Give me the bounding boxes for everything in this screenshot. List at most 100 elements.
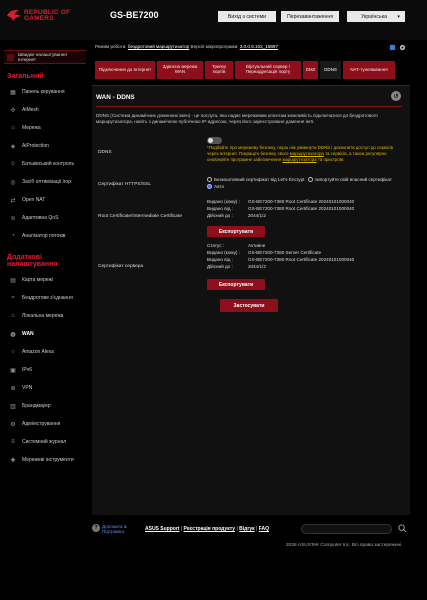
sidebar-item-analyzer[interactable]: ◔ Аналізатор потоків	[4, 227, 86, 245]
ddns-panel: WAN - DDNS ↺ DDNS (Система динамічних до…	[92, 85, 410, 515]
feedback-link[interactable]: Відгук	[239, 526, 255, 532]
footer-search-input[interactable]	[301, 524, 392, 534]
tab-virtual-server[interactable]: Віртуальний сервер / Переадресація порту	[235, 61, 301, 79]
asus-support-link[interactable]: ASUS Support	[145, 526, 179, 532]
tab-ddns[interactable]: DDNS	[320, 61, 341, 79]
sidebar-item-label: IPv6	[22, 367, 33, 373]
server-cert-label: Сертифікат сервера	[98, 264, 144, 269]
log-icon: ≡	[11, 439, 15, 445]
router-link-2[interactable]: маршрутизатора	[282, 157, 316, 162]
security-note: *Подбайте про мережеву безпеку, перш ніж…	[207, 145, 393, 162]
sidebar: Швидке налаштування Інтернет Загальний ▦…	[4, 50, 86, 469]
sidebar-item-label: VPN	[22, 385, 33, 391]
sidebar-item-game[interactable]: ◎ Засіб оптимізації ігор	[4, 173, 86, 191]
sidebar-item-vpn[interactable]: ⊕ VPN	[4, 379, 86, 397]
sidebar-item-label: WAN	[22, 331, 34, 337]
apply-button[interactable]: Застосувати	[220, 299, 278, 312]
sidebar-item-globe[interactable]: ◍ WAN	[4, 325, 86, 343]
tab-nat-passthrough[interactable]: NAT-тунелювання	[343, 61, 395, 79]
app-icon[interactable]	[389, 44, 396, 51]
sidebar-item-map[interactable]: ▤ Карта мережі	[4, 271, 86, 289]
sidebar-item-label: Мережеві інструменти	[22, 457, 74, 463]
game-icon: ◎	[10, 179, 16, 186]
back-icon[interactable]: ↺	[391, 91, 401, 101]
sidebar-item-ipv6[interactable]: ▣ IPv6	[4, 361, 86, 379]
advanced-section-title: Додаткові налаштування	[7, 254, 58, 268]
sidebar-item-qos[interactable]: ≋ Адаптивна QoS	[4, 209, 86, 227]
wand-icon	[7, 54, 14, 61]
ddns-description: DDNS (Система динамічних доменних імен) …	[96, 113, 378, 124]
help-support-link[interactable]: Допомога & Підтримка	[102, 524, 138, 534]
sidebar-item-lan[interactable]: ⌂ Локальна мережа	[4, 307, 86, 325]
sidebar-item-mesh[interactable]: ✣ AiMesh	[4, 101, 86, 119]
sidebar-item-tools[interactable]: ✚ Мережеві інструменти	[4, 451, 86, 469]
language-select[interactable]: Українська ▾	[347, 11, 405, 22]
radio-import[interactable]: Імпортуйте свій власний сертифікат	[308, 177, 392, 183]
radio-auto[interactable]: Авто	[207, 184, 224, 190]
alexa-icon: ○	[11, 349, 15, 355]
firmware-link[interactable]: 3.0.0.6.102_18897	[240, 44, 278, 49]
shield-icon: ◈	[10, 143, 16, 150]
sidebar-item-label: Системний журнал	[22, 439, 67, 445]
sidebar-item-wifi[interactable]: ≈ Бездротове з'єднання	[4, 289, 86, 307]
export-root-button[interactable]: Експортувати	[207, 226, 265, 237]
sidebar-item-label: Панель керування	[22, 89, 65, 95]
tab-dual-wan[interactable]: Здвоєна мережа WAN	[157, 61, 203, 79]
footer-links: ASUS Support | Реєстрація продукту | Від…	[145, 526, 270, 532]
mode-link[interactable]: бездротовий маршрутизатор	[128, 44, 189, 49]
ddns-toggle[interactable]	[207, 137, 222, 144]
sidebar-item-log[interactable]: ≡ Системний журнал	[4, 433, 86, 451]
https-cert-options: Безкоштовний сертифікат від Let's Encryp…	[207, 176, 402, 190]
dashboard-icon: ▦	[10, 89, 16, 96]
help-icon[interactable]: ?	[92, 524, 100, 532]
faq-link[interactable]: FAQ	[259, 526, 269, 532]
wifi-icon: ≈	[11, 295, 15, 301]
sidebar-item-shield[interactable]: ◈ AiProtection	[4, 137, 86, 155]
parental-icon: ☺	[9, 161, 17, 167]
sidebar-item-label: Бездротове з'єднання	[22, 295, 73, 301]
gear-icon[interactable]	[399, 44, 406, 51]
firewall-icon: ▥	[10, 403, 16, 410]
status-line: Режим роботи: бездротовий маршрутизатор …	[95, 44, 279, 49]
tab-internet-connection[interactable]: Підключення до Інтернет	[95, 61, 155, 79]
title-divider	[96, 106, 402, 107]
sidebar-item-label: Батьківський контроль	[22, 161, 75, 167]
sidebar-item-network[interactable]: ⌂ Мережа	[4, 119, 86, 137]
sidebar-item-label: Засіб оптимізації ігор	[22, 179, 71, 185]
sidebar-item-parental[interactable]: ☺ Батьківський контроль	[4, 155, 86, 173]
model-name: GS-BE7200	[110, 10, 159, 20]
qos-icon: ≋	[10, 215, 16, 222]
sidebar-item-label: Мережа	[22, 125, 41, 131]
sidebar-item-label: AiMesh	[22, 107, 39, 113]
sidebar-item-label: AiProtection	[22, 143, 49, 149]
quick-setup-button[interactable]: Швидке налаштування Інтернет	[4, 50, 86, 64]
language-value: Українська	[361, 13, 387, 20]
globe-icon: ◍	[10, 331, 16, 338]
router-link-1[interactable]: маршрутизатора	[290, 151, 324, 156]
sidebar-item-label: Брандмауер	[22, 403, 51, 409]
sidebar-item-dashboard[interactable]: ▦ Панель керування	[4, 83, 86, 101]
network-icon: ⌂	[11, 125, 15, 131]
tab-port-trigger[interactable]: Тригер портів	[205, 61, 233, 79]
brand-name: REPUBLIC OF GAMERS	[24, 9, 71, 22]
reboot-button[interactable]: Перезавантаження	[281, 11, 339, 22]
sidebar-item-label: Amazon Alexa	[22, 349, 54, 355]
radio-letsencrypt[interactable]: Безкоштовний сертифікат від Let's Encryp…	[207, 177, 304, 183]
sidebar-item-admin[interactable]: ⚙ Адміністрування	[4, 415, 86, 433]
ddns-label: DDNS	[98, 150, 112, 155]
sidebar-item-label: Open NAT	[22, 197, 46, 203]
search-icon[interactable]	[398, 524, 407, 533]
lan-icon: ⌂	[11, 313, 15, 319]
analyzer-icon: ◔	[11, 233, 15, 239]
registration-link[interactable]: Реєстрація продукту	[184, 526, 236, 532]
tab-dmz[interactable]: DMZ	[303, 61, 318, 79]
export-server-button[interactable]: Експортувати	[207, 279, 265, 290]
logout-button[interactable]: Вихід з системи	[218, 11, 276, 22]
tools-icon: ✚	[10, 457, 16, 464]
sidebar-item-label: Адміністрування	[22, 421, 61, 427]
sidebar-item-nat[interactable]: ⇄ Open NAT	[4, 191, 86, 209]
sidebar-item-label: Карта мережі	[22, 277, 53, 283]
vpn-icon: ⊕	[10, 385, 16, 392]
sidebar-item-firewall[interactable]: ▥ Брандмауер	[4, 397, 86, 415]
sidebar-item-alexa[interactable]: ○ Amazon Alexa	[4, 343, 86, 361]
